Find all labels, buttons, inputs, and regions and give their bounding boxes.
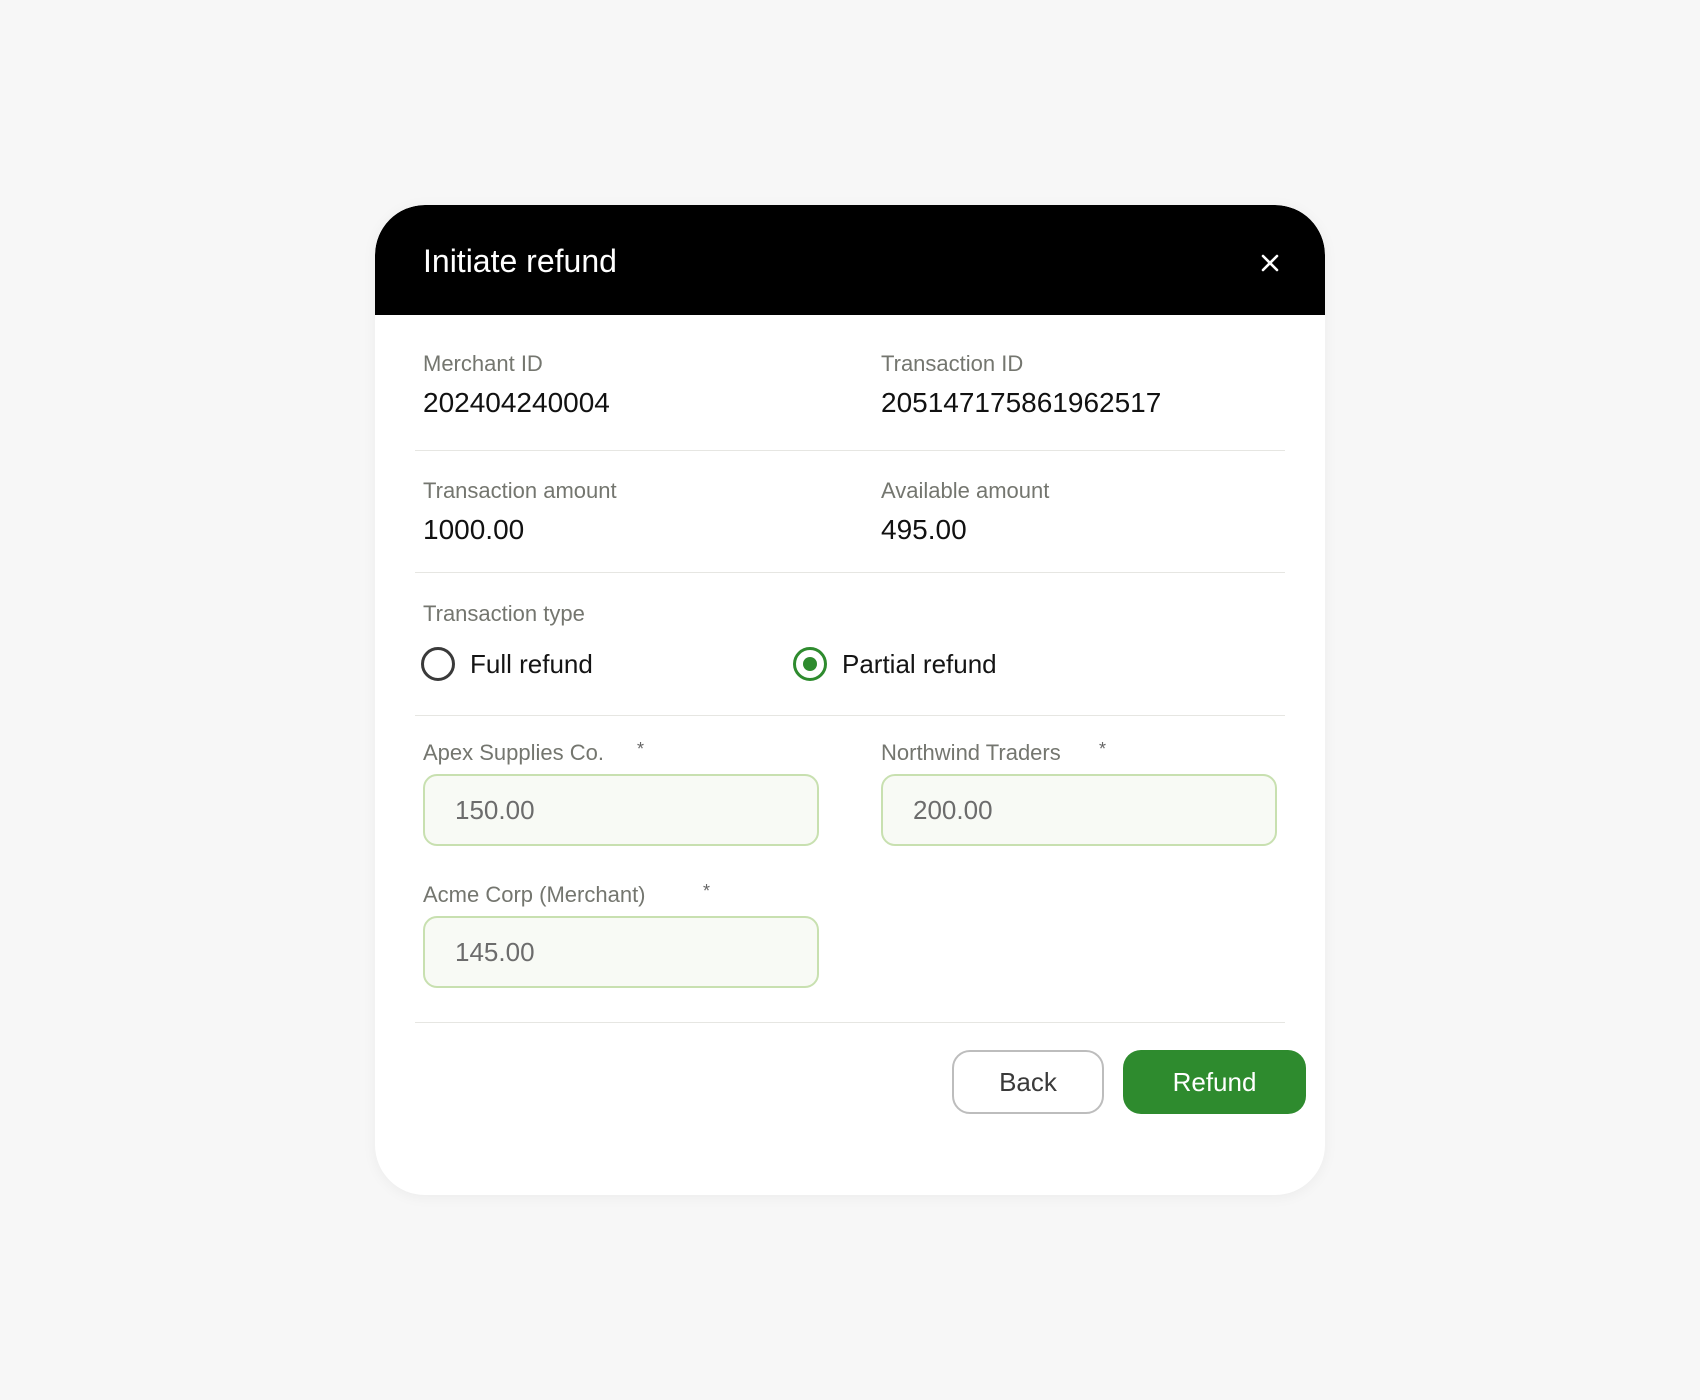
refund-dialog: Initiate refund Merchant ID 202404240004… — [375, 205, 1325, 1195]
radio-checked-icon — [793, 647, 827, 681]
divider — [415, 715, 1285, 716]
radio-full-refund[interactable]: Full refund — [421, 646, 593, 682]
amount-label-apex: Apex Supplies Co. — [423, 740, 604, 765]
amount-input-acme[interactable] — [423, 916, 819, 988]
merchant-id-label: Merchant ID — [423, 351, 543, 376]
divider — [415, 572, 1285, 573]
amount-input-northwind[interactable] — [881, 774, 1277, 846]
dialog-title: Initiate refund — [423, 243, 617, 279]
divider — [415, 1022, 1285, 1023]
dialog-header: Initiate refund — [375, 205, 1325, 315]
required-asterisk: * — [637, 739, 645, 759]
amount-label-acme: Acme Corp (Merchant) — [423, 882, 646, 907]
back-button[interactable]: Back — [952, 1050, 1104, 1114]
available-amount-label: Available amount — [881, 478, 1050, 503]
required-asterisk: * — [703, 881, 711, 901]
transaction-type-label: Transaction type — [423, 601, 585, 626]
radio-partial-refund-label: Partial refund — [842, 648, 997, 679]
available-amount-value: 495.00 — [881, 514, 967, 545]
transaction-amount-value: 1000.00 — [423, 514, 525, 545]
amount-label-northwind: Northwind Traders — [881, 740, 1061, 765]
transaction-amount-label: Transaction amount — [423, 478, 617, 503]
transaction-id-value: 205147175861962517 — [881, 387, 1162, 418]
required-asterisk: * — [1099, 739, 1107, 759]
radio-partial-refund[interactable]: Partial refund — [793, 646, 997, 682]
amount-input-apex[interactable] — [423, 774, 819, 846]
transaction-id-label: Transaction ID — [881, 351, 1024, 376]
radio-unchecked-icon — [421, 647, 455, 681]
close-icon[interactable] — [1258, 251, 1282, 275]
divider — [415, 450, 1285, 451]
merchant-id-value: 202404240004 — [423, 387, 610, 418]
refund-button[interactable]: Refund — [1123, 1050, 1306, 1114]
radio-full-refund-label: Full refund — [470, 648, 593, 679]
